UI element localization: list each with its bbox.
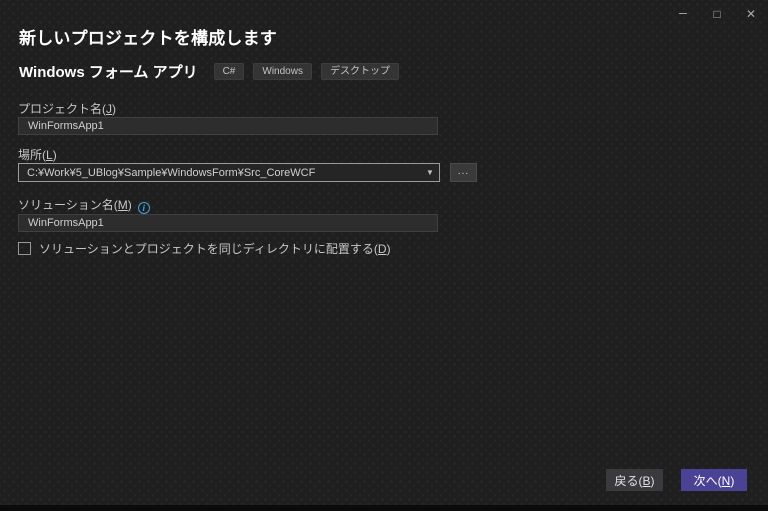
template-summary: Windows フォーム アプリ C# Windows デスクトップ	[19, 62, 399, 81]
window-bottom-edge	[0, 505, 768, 511]
same-directory-label: ソリューションとプロジェクトを同じディレクトリに配置する(D)	[39, 240, 391, 257]
back-button[interactable]: 戻る(B)	[606, 469, 663, 491]
same-directory-label-text: ソリューションとプロジェクトを同じディレクトリに配置する(	[39, 242, 378, 256]
minimize-button[interactable]: –	[666, 0, 700, 28]
back-label-text: 戻る(	[614, 473, 643, 488]
solution-name-input[interactable]	[18, 214, 438, 232]
next-button-label: 次へ(N)	[694, 472, 735, 489]
maximize-icon: □	[713, 7, 721, 21]
minimize-icon: –	[679, 4, 687, 20]
project-name-label-close: )	[112, 102, 116, 116]
tag-platform: Windows	[253, 62, 312, 80]
info-icon[interactable]: i	[137, 202, 150, 214]
template-tags: C# Windows デスクトップ	[213, 62, 399, 80]
project-name-input[interactable]	[18, 117, 438, 135]
same-directory-mnemonic: D	[377, 242, 387, 256]
tag-language: C#	[213, 62, 245, 80]
location-value: C:¥Work¥5_UBlog¥Sample¥WindowsForm¥Src_C…	[27, 166, 316, 179]
tag-project-type: デスクトップ	[320, 62, 399, 80]
next-label-text: 次へ(	[693, 473, 722, 488]
browse-location-button[interactable]: ...	[450, 163, 477, 182]
maximize-button[interactable]: □	[700, 0, 734, 28]
back-label-close: )	[650, 473, 655, 488]
same-directory-checkbox[interactable]	[18, 242, 31, 255]
page-title: 新しいプロジェクトを構成します	[19, 29, 277, 48]
chevron-down-icon[interactable]: ▼	[421, 168, 439, 177]
solution-name-mnemonic: M	[117, 198, 128, 212]
close-button[interactable]: ✕	[734, 0, 768, 28]
template-name: Windows フォーム アプリ	[19, 63, 198, 81]
next-label-close: )	[730, 473, 735, 488]
same-directory-label-close: )	[386, 242, 391, 256]
location-label: 場所(L)	[18, 146, 57, 163]
project-name-label-text: プロジェクト名(	[18, 102, 106, 116]
solution-name-label-text: ソリューション名(	[18, 198, 118, 212]
location-mnemonic: L	[46, 148, 53, 162]
next-button[interactable]: 次へ(N)	[681, 469, 747, 491]
window-controls: – □ ✕	[666, 0, 768, 28]
location-combobox[interactable]: C:¥Work¥5_UBlog¥Sample¥WindowsForm¥Src_C…	[18, 163, 440, 182]
location-label-text: 場所(	[18, 148, 46, 162]
back-button-label: 戻る(B)	[614, 472, 654, 489]
back-mnemonic: B	[642, 473, 651, 488]
location-label-close: )	[52, 148, 57, 162]
solution-name-label: ソリューション名(M) i	[18, 196, 150, 214]
project-name-label: プロジェクト名(J)	[18, 100, 116, 117]
configure-project-dialog: – □ ✕ 新しいプロジェクトを構成します Windows フォーム アプリ C…	[0, 0, 768, 511]
same-directory-row: ソリューションとプロジェクトを同じディレクトリに配置する(D)	[18, 240, 391, 257]
solution-name-label-close: )	[127, 198, 132, 212]
close-icon: ✕	[745, 7, 757, 21]
